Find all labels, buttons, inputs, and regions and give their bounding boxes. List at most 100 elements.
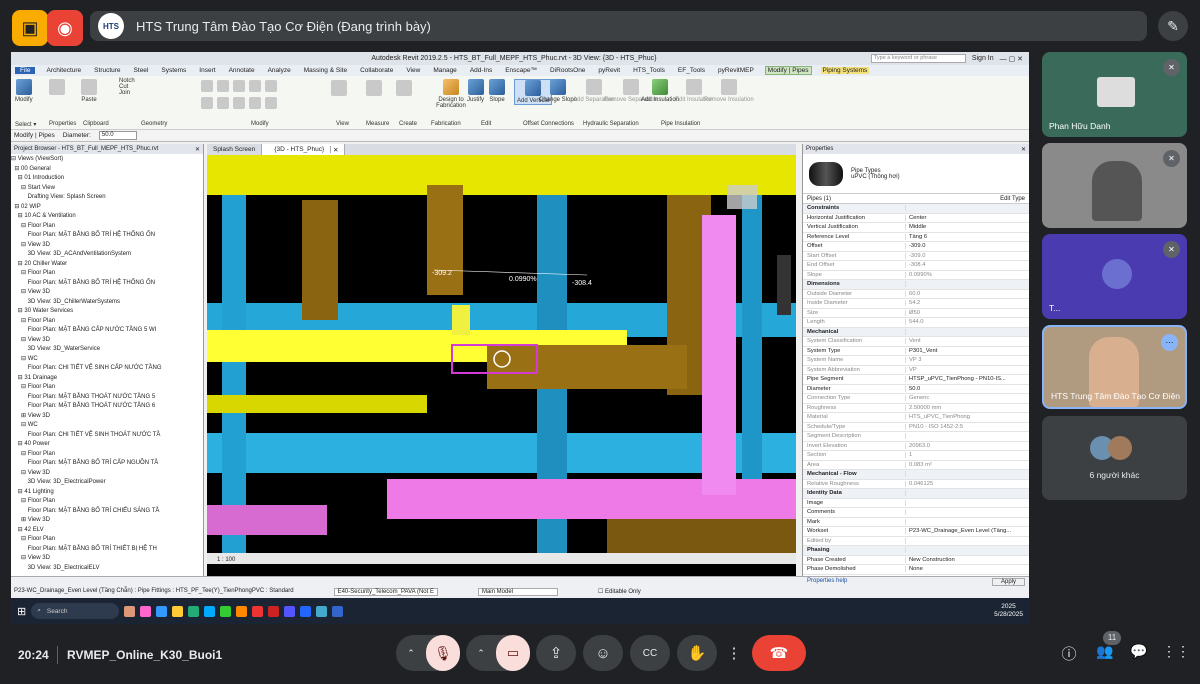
ribbon-tab[interactable]: Annotate bbox=[227, 67, 257, 74]
property-value[interactable]: 0.046125 bbox=[906, 481, 1029, 487]
property-value[interactable]: New Construction bbox=[906, 557, 1029, 563]
property-row[interactable]: Schedule/Type PN10 - ISO 1452-2:5 bbox=[803, 423, 1029, 432]
pipe-model-canvas[interactable]: -309.2 0.0990% -308.4 1 : 100 bbox=[207, 155, 796, 564]
property-value[interactable]: HTS_uPVC_TienPhong bbox=[906, 414, 1029, 420]
close-icon[interactable]: ✕ bbox=[1021, 146, 1026, 153]
browser-item[interactable]: ⊟ Floor Plan bbox=[11, 535, 203, 545]
property-row[interactable]: Size Ø50 bbox=[803, 309, 1029, 318]
property-value[interactable]: Middle bbox=[906, 224, 1029, 230]
property-value[interactable]: HTSP_uPVC_TienPhong - PN10-IS... bbox=[906, 376, 1029, 382]
property-value[interactable]: Tầng 6 bbox=[906, 234, 1029, 240]
view-scale[interactable]: 1 : 100 bbox=[217, 557, 236, 563]
property-value[interactable]: 20963.0 bbox=[906, 443, 1029, 449]
participant-tile[interactable]: ✕ Phan Hữu Danh bbox=[1042, 52, 1187, 137]
chat-icon[interactable]: 💬 bbox=[1128, 643, 1150, 665]
captions-icon[interactable]: CC bbox=[630, 635, 670, 671]
window-controls[interactable]: — ▢ ✕ bbox=[1000, 55, 1023, 63]
ribbon-tab[interactable]: Collaborate bbox=[358, 67, 395, 74]
browser-item[interactable]: 3D View: 3D_ACAndVentilationSystem bbox=[11, 250, 203, 260]
browser-item[interactable]: ⊟ 42 ELV bbox=[11, 526, 203, 536]
property-value[interactable]: 54.2 bbox=[906, 300, 1029, 306]
justify-button[interactable]: Justify bbox=[467, 79, 484, 103]
view-tools[interactable] bbox=[331, 80, 347, 98]
browser-item[interactable]: ⊟ Floor Plan bbox=[11, 383, 203, 393]
ribbon-tab[interactable]: Steel bbox=[132, 67, 151, 74]
property-row[interactable]: Inside Diameter 54.2 bbox=[803, 299, 1029, 309]
property-section[interactable]: Identity Data bbox=[803, 489, 1029, 499]
property-value[interactable]: Ø50 bbox=[906, 310, 1029, 316]
property-row[interactable]: Invert Elevation 20963.0 bbox=[803, 442, 1029, 451]
property-value[interactable]: 50.0 bbox=[906, 386, 1029, 392]
browser-item[interactable]: ⊟ 30 Water Services bbox=[11, 307, 203, 317]
ribbon-tab[interactable]: Add-Ins bbox=[468, 67, 494, 74]
ribbon-tab[interactable]: Enscape™ bbox=[503, 67, 539, 74]
tab-3d-hts-phuc[interactable]: {3D - HTS_Phuc} ✕ bbox=[262, 144, 346, 155]
people-icon[interactable]: 👥 bbox=[1094, 643, 1116, 665]
property-row[interactable]: Workset P23-WC_Drainage_Even Level (Tầng.… bbox=[803, 527, 1029, 537]
remove-insulation-button[interactable]: Remove Insulation bbox=[704, 79, 754, 103]
property-row[interactable]: Phase Created New Construction bbox=[803, 556, 1029, 565]
browser-item[interactable]: ⊟ 31 Drainage bbox=[11, 374, 203, 384]
property-row[interactable]: Slope 0.0990% bbox=[803, 271, 1029, 280]
browser-item[interactable]: ⊟ 20 Chiller Water bbox=[11, 260, 203, 270]
browser-item[interactable]: 3D View: 3D_WaterService bbox=[11, 345, 203, 355]
property-value[interactable]: VP 3 bbox=[906, 357, 1029, 363]
property-row[interactable]: Section 1 bbox=[803, 451, 1029, 461]
property-value[interactable]: -309.0 bbox=[906, 243, 1029, 249]
ribbon-tab[interactable]: Analyze bbox=[266, 67, 293, 74]
property-row[interactable]: Image bbox=[803, 499, 1029, 508]
properties-help-link[interactable]: Properties help bbox=[807, 578, 847, 586]
navigation-bar[interactable] bbox=[777, 255, 791, 315]
property-row[interactable]: Length 544.0 bbox=[803, 318, 1029, 328]
browser-item[interactable]: 3D View: 3D_ElectricalPower bbox=[11, 478, 203, 488]
close-icon[interactable]: ✕ bbox=[195, 146, 200, 153]
info-icon[interactable]: ⓘ bbox=[1058, 643, 1080, 665]
properties-button[interactable] bbox=[49, 79, 65, 97]
browser-item[interactable]: ⊟ 00 General bbox=[11, 165, 203, 175]
property-value[interactable]: P301_Vent bbox=[906, 348, 1029, 354]
property-row[interactable]: Edited by bbox=[803, 537, 1029, 546]
property-row[interactable]: Area 0.083 m² bbox=[803, 461, 1029, 470]
property-value[interactable]: -308.4 bbox=[906, 262, 1029, 268]
property-section[interactable]: Mechanical - Flow bbox=[803, 470, 1029, 480]
property-row[interactable]: Connection Type Generic bbox=[803, 394, 1029, 404]
property-value[interactable]: Vent bbox=[906, 338, 1029, 344]
property-section[interactable]: Mechanical bbox=[803, 327, 1029, 337]
ribbon-tab[interactable]: pyRevitMEP bbox=[716, 67, 756, 74]
property-value[interactable]: Center bbox=[906, 215, 1029, 221]
property-row[interactable]: End Offset -308.4 bbox=[803, 261, 1029, 271]
others-tile[interactable]: 6 người khác bbox=[1042, 416, 1187, 500]
property-row[interactable]: Roughness 2.50000 mm bbox=[803, 404, 1029, 413]
browser-item[interactable]: ⊟ View 3D bbox=[11, 336, 203, 346]
camera-off-icon[interactable]: ▭ bbox=[496, 635, 530, 671]
browser-item[interactable]: Floor Plan: CHI TIẾT VỆ SINH THOÁT NƯỚC … bbox=[11, 431, 203, 441]
microphone-control[interactable]: ⌃ 🎙 bbox=[396, 635, 460, 671]
revit-search-input[interactable]: Type a keyword or phrase bbox=[870, 54, 966, 63]
browser-item[interactable]: ⊟ 41 Lighting bbox=[11, 488, 203, 498]
browser-item[interactable]: Drafting View: Splash Screen bbox=[11, 193, 203, 203]
browser-item[interactable]: ⊟ Floor Plan bbox=[11, 269, 203, 279]
browser-item[interactable]: ⊟ Start View bbox=[11, 184, 203, 194]
property-value[interactable]: 1 bbox=[906, 452, 1029, 458]
property-value[interactable]: 544.0 bbox=[906, 319, 1029, 325]
taskbar-clock[interactable]: 2025 5/28/2025 bbox=[994, 603, 1023, 619]
browser-item[interactable]: 3D View: 3D_ElectricalELV bbox=[11, 564, 203, 574]
browser-item[interactable]: ⊟ 01 Introduction bbox=[11, 174, 203, 184]
property-value[interactable]: 0.0990% bbox=[906, 272, 1029, 278]
ribbon-tab[interactable]: Manage bbox=[431, 67, 459, 74]
browser-item[interactable]: ⊟ View 3D bbox=[11, 288, 203, 298]
participant-tile[interactable]: ✕ T... bbox=[1042, 234, 1187, 319]
browser-item[interactable]: ⊟ View 3D bbox=[11, 554, 203, 564]
viewcube[interactable] bbox=[727, 185, 757, 209]
property-row[interactable]: Offset -309.0 bbox=[803, 242, 1029, 252]
property-row[interactable]: Material HTS_uPVC_TienPhong bbox=[803, 413, 1029, 423]
participant-tile[interactable]: ✕ bbox=[1042, 143, 1187, 228]
property-value[interactable]: -309.0 bbox=[906, 253, 1029, 259]
browser-item[interactable]: ⊟ WC bbox=[11, 421, 203, 431]
property-row[interactable]: System Type P301_Vent bbox=[803, 347, 1029, 356]
measure-tools[interactable] bbox=[366, 80, 382, 98]
diameter-input[interactable]: 50.0 bbox=[98, 131, 137, 140]
ribbon-tab[interactable]: Piping Systems bbox=[820, 67, 870, 74]
property-row[interactable]: Diameter 50.0 bbox=[803, 385, 1029, 394]
browser-item[interactable]: Floor Plan: MẶT BẰNG BỐ TRÍ CẤP NGUỒN TẦ bbox=[11, 459, 203, 469]
